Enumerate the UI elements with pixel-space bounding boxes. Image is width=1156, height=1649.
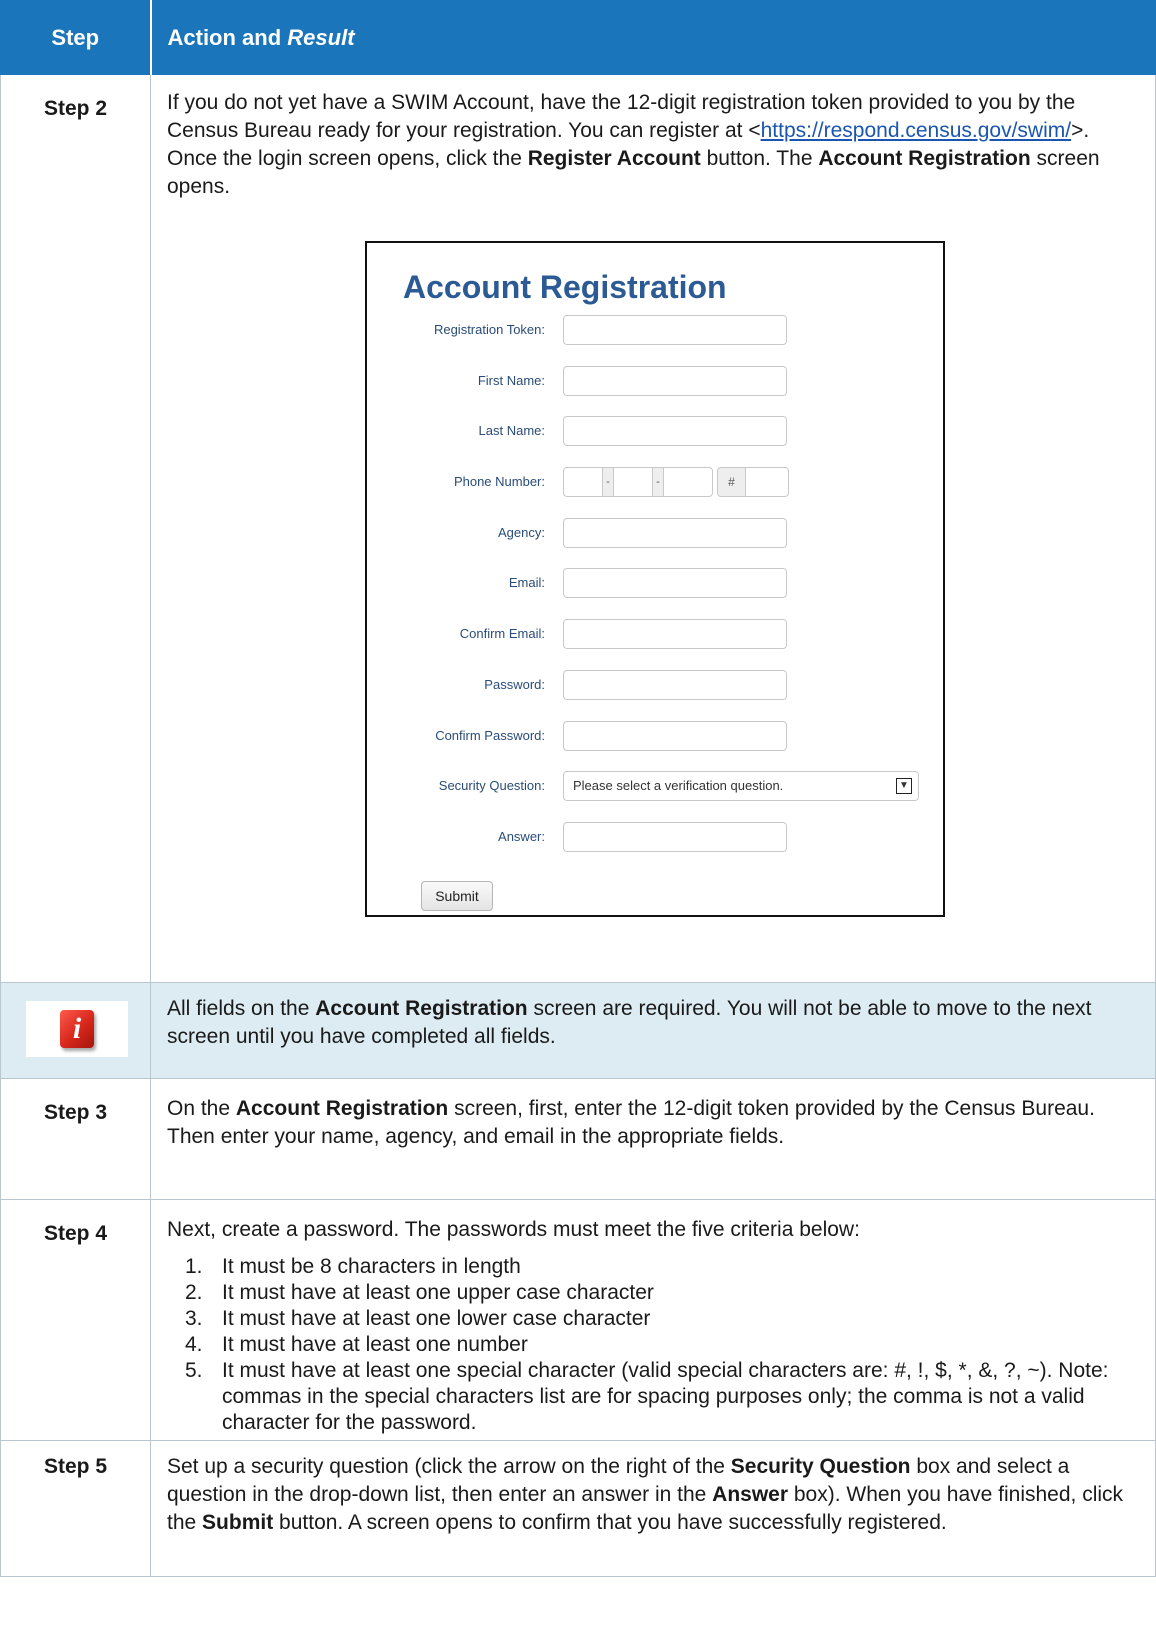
text-span: button. The	[700, 147, 819, 170]
note-icon-cell: i	[0, 982, 151, 1079]
step-2-text: If you do not yet have a SWIM Account, h…	[167, 89, 1139, 201]
text-span: button. A screen opens to confirm that y…	[273, 1511, 947, 1534]
criteria-item: 5. It must have at least one special char…	[185, 1358, 1139, 1436]
step-label: Step 4	[0, 1199, 151, 1441]
last-name-input[interactable]	[563, 416, 787, 446]
password-input[interactable]	[563, 670, 787, 700]
bold-answer: Answer	[712, 1483, 789, 1506]
step-5-content: Set up a security question (click the ar…	[150, 1440, 1156, 1577]
bold-security-question: Security Question	[730, 1455, 911, 1478]
table-header: Step Action and Result	[0, 0, 1156, 75]
form-row-token: Registration Token:	[367, 315, 943, 345]
table-row-step-4: Step 4 Next, create a password. The pass…	[0, 1199, 1156, 1441]
phone-separator: -	[653, 467, 663, 497]
form-row-answer: Answer:	[367, 822, 943, 852]
note-content: All fields on the Account Registration s…	[150, 982, 1156, 1079]
last-name-label: Last Name:	[478, 423, 545, 438]
security-question-label: Security Question:	[438, 778, 545, 793]
step-label: Step 2	[0, 74, 151, 983]
criteria-item: 4. It must have at least one number	[185, 1332, 1139, 1358]
confirm-email-label: Confirm Email:	[459, 626, 545, 641]
criteria-text: It must have at least one number	[222, 1333, 528, 1356]
email-label: Email:	[508, 575, 545, 590]
form-row-first: First Name:	[367, 366, 943, 396]
registration-token-input[interactable]	[563, 315, 787, 345]
criteria-item: 2. It must have at least one upper case c…	[185, 1280, 1139, 1306]
phone-label: Phone Number:	[453, 474, 545, 489]
criteria-text: It must have at least one lower case cha…	[222, 1307, 651, 1330]
phone-prefix-input[interactable]	[613, 467, 653, 497]
password-label: Password:	[484, 677, 545, 692]
criteria-text: It must have at least one special charac…	[222, 1359, 1109, 1434]
criteria-number: 5.	[185, 1359, 203, 1382]
security-question-placeholder: Please select a verification question.	[573, 778, 784, 793]
form-row-confirm-email: Confirm Email:	[367, 619, 943, 649]
submit-button[interactable]: Submit	[421, 881, 493, 911]
bold-account-registration: Account Registration	[818, 147, 1031, 170]
form-row-email: Email:	[367, 568, 943, 598]
form-row-last: Last Name:	[367, 416, 943, 446]
agency-input[interactable]	[563, 518, 787, 548]
header-step: Step	[0, 0, 152, 75]
criteria-number: 4.	[185, 1333, 203, 1356]
criteria-text: It must have at least one upper case cha…	[222, 1281, 654, 1304]
header-action-label: Action and	[167, 24, 288, 50]
header-action: Action and Result	[150, 0, 1156, 75]
info-icon: i	[26, 1001, 128, 1057]
form-row-security: Security Question: Please select a verif…	[367, 771, 943, 801]
confirm-password-input[interactable]	[563, 721, 787, 751]
text-span: On the	[167, 1097, 236, 1120]
form-row-agency: Agency:	[367, 518, 943, 548]
token-label: Registration Token:	[433, 322, 545, 337]
text-span: Set up a security question (click the ar…	[167, 1455, 731, 1478]
text-span: All fields on the	[167, 997, 316, 1020]
table-row-step-2: Step 2 If you do not yet have a SWIM Acc…	[0, 74, 1156, 983]
phone-extension-input[interactable]	[745, 467, 789, 497]
step-label: Step 3	[0, 1078, 151, 1200]
bold-account-registration: Account Registration	[235, 1097, 449, 1120]
phone-line-input[interactable]	[663, 467, 713, 497]
info-badge: i	[60, 1010, 94, 1048]
bold-register-account: Register Account	[527, 147, 701, 170]
confirm-email-input[interactable]	[563, 619, 787, 649]
instructions-table: Step Action and Result Step 2 If you do …	[0, 0, 1156, 1577]
phone-number-group: - - #	[563, 467, 789, 497]
first-name-label: First Name:	[477, 373, 545, 388]
step-label: Step 5	[0, 1440, 151, 1577]
criteria-item: 1. It must be 8 characters in length	[185, 1254, 1139, 1280]
form-row-phone: Phone Number: - - #	[367, 467, 943, 497]
form-title: Account Registration	[403, 269, 727, 305]
password-criteria-list: 1. It must be 8 characters in length 2. It …	[185, 1254, 1139, 1436]
answer-input[interactable]	[563, 822, 787, 852]
bold-submit: Submit	[202, 1511, 274, 1534]
criteria-number: 2.	[185, 1281, 203, 1304]
criteria-number: 3.	[185, 1307, 203, 1330]
criteria-text: It must be 8 characters in length	[222, 1255, 521, 1278]
account-registration-screenshot: Account Registration Registration Token:…	[365, 241, 945, 917]
step-3-content: On the Account Registration screen, firs…	[150, 1078, 1156, 1200]
email-input[interactable]	[563, 568, 787, 598]
swim-link[interactable]: https://respond.census.gov/swim/	[761, 119, 1071, 142]
phone-ext-label: #	[717, 467, 745, 497]
agency-label: Agency:	[498, 525, 545, 540]
phone-separator: -	[603, 467, 613, 497]
first-name-input[interactable]	[563, 366, 787, 396]
security-question-select[interactable]: Please select a verification question. ▼	[563, 771, 919, 801]
answer-label: Answer:	[498, 829, 545, 844]
form-row-confirm-password: Confirm Password:	[367, 721, 943, 751]
phone-area-input[interactable]	[563, 467, 603, 497]
step-4-intro: Next, create a password. The passwords m…	[167, 1218, 860, 1241]
header-result-label: Result	[287, 24, 355, 50]
table-row-step-5: Step 5 Set up a security question (click…	[0, 1440, 1156, 1577]
criteria-number: 1.	[185, 1255, 203, 1278]
step-2-content: If you do not yet have a SWIM Account, h…	[150, 74, 1156, 983]
step-4-content: Next, create a password. The passwords m…	[150, 1199, 1156, 1441]
form-row-password: Password:	[367, 670, 943, 700]
bold-account-registration: Account Registration	[315, 997, 528, 1020]
criteria-item: 3. It must have at least one lower case c…	[185, 1306, 1139, 1332]
chevron-down-icon[interactable]: ▼	[896, 778, 912, 794]
table-row-step-3: Step 3 On the Account Registration scree…	[0, 1078, 1156, 1200]
table-row-note: i All fields on the Account Registration…	[0, 982, 1156, 1079]
confirm-password-label: Confirm Password:	[435, 728, 545, 743]
